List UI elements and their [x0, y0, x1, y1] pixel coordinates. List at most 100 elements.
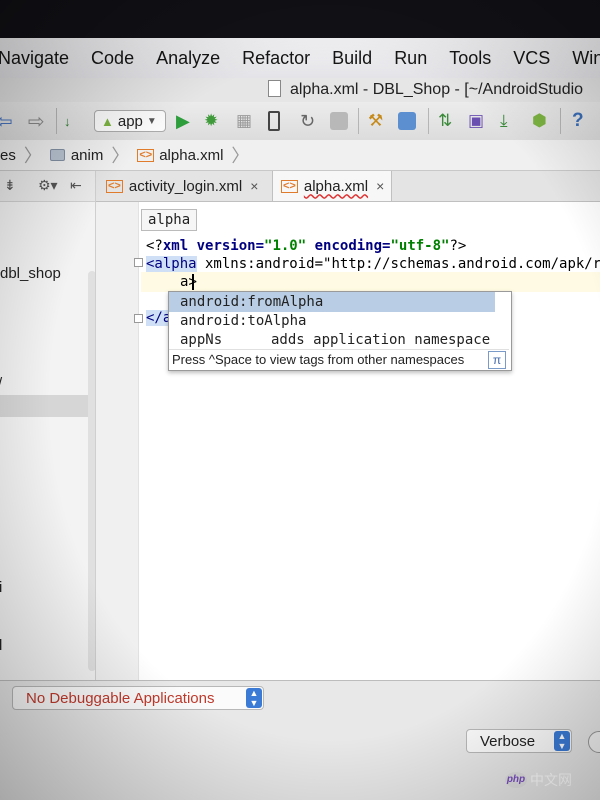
tag-breadcrumb[interactable]: alpha [141, 209, 198, 231]
device-select-label: No Debuggable Applications [26, 690, 215, 707]
menu-tools[interactable]: Tools [438, 48, 502, 69]
tree-item-truncated[interactable]: i [0, 579, 2, 596]
device-monitor-icon[interactable]: ⤓ [500, 110, 508, 132]
folder-icon [49, 149, 65, 161]
sdk-manager-icon[interactable] [398, 110, 416, 132]
debug-icon[interactable]: ✹ [204, 110, 218, 132]
chevron-right-icon: 〉 [23, 146, 42, 166]
chevron-updown-icon: ▲ ▼ [246, 688, 262, 708]
window-title: alpha.xml - DBL_Shop - [~/AndroidStudio [290, 81, 584, 98]
chevron-down-icon: ▼ [146, 115, 157, 127]
current-line-highlight [141, 272, 600, 292]
editor-gutter [96, 202, 139, 680]
bezel-top [0, 0, 600, 38]
code-token: ?> [449, 238, 467, 254]
fold-marker-icon[interactable] [134, 314, 143, 323]
tab-activity-login[interactable]: <> activity_login.xml × [96, 171, 272, 201]
completion-item[interactable]: android:toAlpha [169, 311, 495, 331]
completion-item-name: android:toAlpha [180, 313, 307, 329]
help-round-button[interactable] [588, 731, 600, 753]
hide-panel-icon[interactable]: ⇤ [70, 177, 82, 194]
xml-file-icon: <> [137, 148, 155, 162]
completion-item[interactable]: appNs adds application namespace [169, 330, 495, 350]
text-cursor [192, 274, 194, 290]
code-editor[interactable]: alpha <?xml version="1.0" encoding="utf-… [96, 202, 600, 680]
stop-icon[interactable] [330, 110, 348, 132]
tab-label: activity_login.xml [128, 177, 243, 195]
device-select[interactable]: No Debuggable Applications ▲ ▼ [12, 686, 264, 710]
menu-vcs[interactable]: VCS [502, 48, 561, 69]
watermark-text: 中文网 [530, 772, 572, 788]
sync-gradle-icon[interactable]: ⇅ [438, 110, 452, 132]
log-level-select[interactable]: Verbose ▲ ▼ [466, 729, 572, 753]
gear-icon[interactable]: ⚙▾ [38, 177, 58, 194]
menu-build[interactable]: Build [321, 48, 383, 69]
fold-marker-icon[interactable] [134, 258, 143, 267]
menu-window[interactable]: Win [561, 48, 600, 69]
code-token: encoding= [306, 238, 391, 254]
code-token: version= [188, 238, 265, 254]
tab-label: alpha.xml [303, 177, 369, 195]
project-panel-toolbar: ⇟ ⚙▾ ⇤ [0, 171, 95, 202]
pi-icon[interactable]: π [488, 351, 506, 369]
menu-navigate[interactable]: Navigate [0, 48, 80, 69]
breadcrumb-label: anim [70, 146, 104, 164]
help-icon[interactable]: ? [572, 110, 584, 132]
breadcrumb-res[interactable]: es 〉 [0, 142, 46, 168]
back-icon[interactable]: ⇦ [0, 110, 13, 133]
code-token: "1.0" [264, 238, 307, 254]
close-icon[interactable]: × [376, 178, 384, 194]
toolbar-divider [358, 108, 359, 134]
completion-footer: Press ^Space to view tags from other nam… [169, 349, 509, 370]
code-line-typing: a> [180, 272, 197, 292]
apply-changes-icon[interactable] [268, 111, 280, 131]
breadcrumb: es 〉 anim 〉 <> alpha.xml 〉 [0, 140, 600, 171]
photo-of-screen: Navigate Code Analyze Refactor Build Run… [0, 0, 600, 800]
forward-icon[interactable]: ⇨ [28, 110, 45, 133]
toolbar-divider [428, 108, 429, 134]
android-icon: ▲ [101, 113, 114, 129]
coverage-icon[interactable]: ▦ [236, 110, 252, 132]
tree-item-project[interactable]: dbl_shop [0, 265, 61, 282]
project-panel: ⇟ ⚙▾ ⇤ dbl_shop / i l [0, 171, 96, 680]
run-config-label: app [117, 112, 143, 130]
toolbar-divider [560, 108, 561, 134]
collapse-all-icon[interactable]: ⇟ [4, 177, 16, 194]
window-title-bar: alpha.xml - DBL_Shop - [~/AndroidStudio [0, 78, 600, 103]
completion-popup: android:fromAlpha android:toAlpha appNs … [168, 291, 512, 371]
code-token: xmlns:android="http://schemas.android.co… [196, 256, 600, 272]
attach-debugger-icon[interactable]: ↻ [300, 110, 315, 132]
tree-item-truncated[interactable]: / [0, 375, 2, 392]
run-icon[interactable]: ▶ [176, 110, 190, 132]
completion-item-description: adds application namespace [271, 332, 491, 348]
chevron-updown-icon: ▲ ▼ [554, 731, 570, 751]
chevron-right-icon: 〉 [111, 146, 130, 166]
tree-item-truncated[interactable]: l [0, 637, 2, 654]
menu-bar: Navigate Code Analyze Refactor Build Run… [0, 38, 600, 79]
code-token: <? [146, 238, 163, 254]
menu-analyze[interactable]: Analyze [145, 48, 231, 69]
breadcrumb-label: alpha.xml [159, 146, 224, 164]
breadcrumb-file[interactable]: <> alpha.xml 〉 [133, 142, 253, 168]
project-structure-icon[interactable]: ⚒ [368, 110, 383, 132]
breadcrumb-label: es [0, 146, 16, 164]
tab-alpha[interactable]: <> alpha.xml × [272, 171, 392, 201]
completion-item[interactable]: android:fromAlpha [169, 292, 495, 312]
code-token: xml [162, 238, 189, 254]
menu-refactor[interactable]: Refactor [231, 48, 321, 69]
breadcrumb-anim[interactable]: anim 〉 [46, 142, 134, 168]
chevron-right-icon: 〉 [231, 146, 250, 166]
menu-run[interactable]: Run [383, 48, 438, 69]
android-icon[interactable]: ⬢ [532, 110, 547, 132]
project-scrollbar[interactable] [88, 271, 95, 671]
avd-manager-icon[interactable]: ▣ [468, 110, 484, 132]
menu-code[interactable]: Code [80, 48, 145, 69]
code-line-prolog: <?xml version="1.0" encoding="utf-8"?> [146, 236, 466, 256]
run-config-select[interactable]: ▲ app ▼ [94, 110, 166, 132]
code-token: <alpha [146, 256, 197, 272]
main-toolbar: ⇦ ⇨ ↓ ▲ app ▼ ▶ ✹ ▦ ↻ ⚒ ⇅ ▣ ⤓ ⬢ ? [0, 102, 600, 141]
completion-item-name: android:fromAlpha [180, 294, 324, 310]
close-icon[interactable]: × [250, 178, 258, 194]
make-project-icon[interactable]: ↓ [64, 110, 71, 132]
editor-tabs: <> activity_login.xml × <> alpha.xml × [96, 171, 600, 202]
